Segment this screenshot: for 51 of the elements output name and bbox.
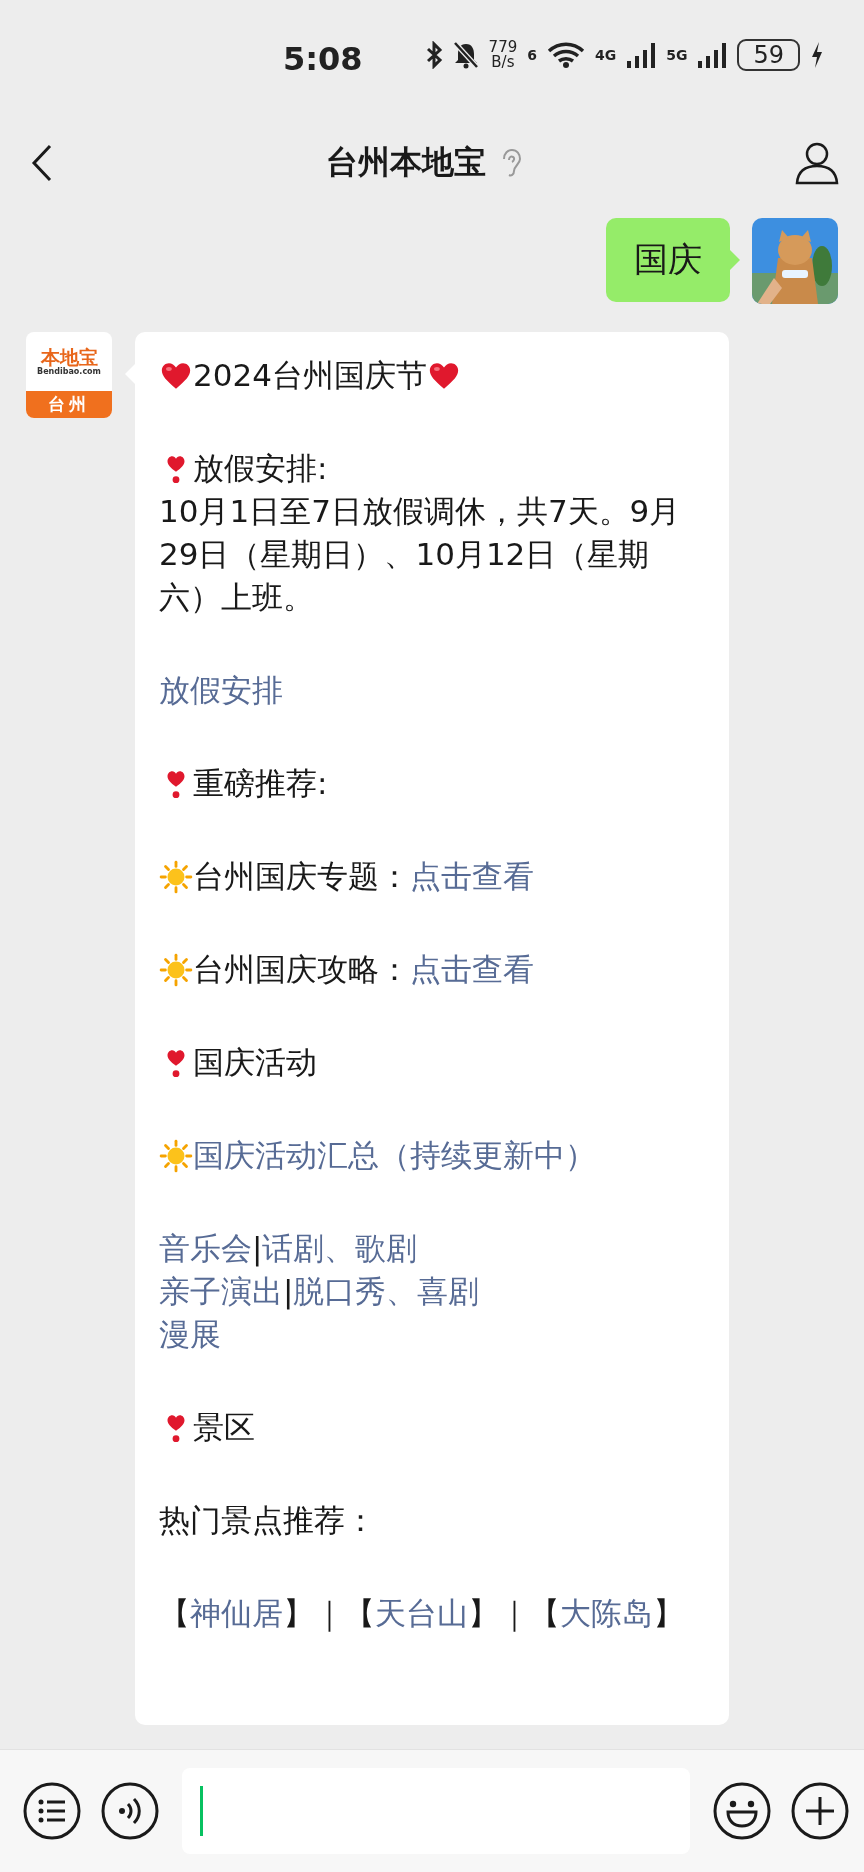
message-input-field[interactable] [182, 1768, 690, 1854]
wifi-icon [547, 41, 585, 69]
message-text: 亲子演出|脱口秀、喜剧 [159, 1272, 480, 1312]
ear-icon [500, 147, 522, 178]
plus-icon[interactable] [790, 1781, 850, 1841]
link[interactable]: 神仙居 [190, 1595, 283, 1631]
message-text: 国庆活动 [193, 1043, 317, 1082]
sun-icon [159, 953, 193, 987]
sun-icon [159, 1139, 193, 1173]
message-text: 台州国庆专题：点击查看 [193, 857, 534, 896]
link[interactable]: 国庆活动汇总（持续更新中） [193, 1134, 596, 1177]
link[interactable]: 脱口秀、喜剧 [293, 1273, 480, 1309]
speed-unit: B/s [491, 55, 515, 70]
bluetooth-icon [424, 41, 443, 69]
battery-level: 59 [737, 39, 800, 71]
network-type: 4G [595, 47, 617, 63]
link[interactable]: 音乐会 [159, 1230, 252, 1266]
link[interactable]: 大陈岛 [560, 1595, 653, 1631]
link[interactable]: 漫展 [159, 1313, 221, 1356]
message-text: 重磅推荐: [193, 764, 328, 803]
message-text: 景区 [193, 1408, 255, 1447]
message-text: 热门景点推荐： [159, 1501, 376, 1540]
link[interactable]: 话剧、歌剧 [262, 1230, 418, 1266]
link[interactable]: 点击查看 [410, 951, 534, 987]
message-bubble: 国庆 [606, 218, 730, 302]
network-type: 5G [666, 47, 688, 63]
clock: 5:08 [283, 40, 363, 78]
message-text: 音乐会|话剧、歌剧 [159, 1229, 418, 1269]
signal-icon [626, 41, 657, 69]
menu-icon[interactable] [22, 1781, 82, 1841]
message-text: 放假安排: [193, 449, 328, 488]
chat-title: 台州本地宝 [326, 141, 486, 183]
voice-icon[interactable] [100, 1781, 160, 1841]
back-icon[interactable] [30, 142, 54, 183]
link[interactable]: 点击查看 [410, 858, 534, 894]
charging-icon [810, 41, 824, 69]
muted-bell-icon [452, 41, 479, 69]
link[interactable]: 亲子演出 [159, 1273, 283, 1309]
signal-icon [697, 41, 728, 69]
link[interactable]: 天台山 [375, 1595, 468, 1631]
wifi-label: 6 [527, 47, 537, 63]
sun-icon [159, 860, 193, 894]
message-text: 10月1日至7日放假调休，共7天。9月29日（星期日）、10月12日（星期六）上班。 [159, 492, 682, 617]
link[interactable]: 放假安排 [159, 669, 283, 712]
emoji-icon[interactable] [712, 1781, 772, 1841]
message-text: 2024台州国庆节 [193, 356, 427, 395]
bendibao-logo: 本地宝 Bendibao.com 台州 [26, 332, 112, 418]
message-text: 【神仙居】｜【天台山】｜【大陈岛】 [159, 1594, 684, 1634]
message-text: 台州国庆攻略：点击查看 [193, 950, 534, 989]
network-speed: 779 [488, 40, 518, 55]
bubble-tail [730, 250, 740, 270]
